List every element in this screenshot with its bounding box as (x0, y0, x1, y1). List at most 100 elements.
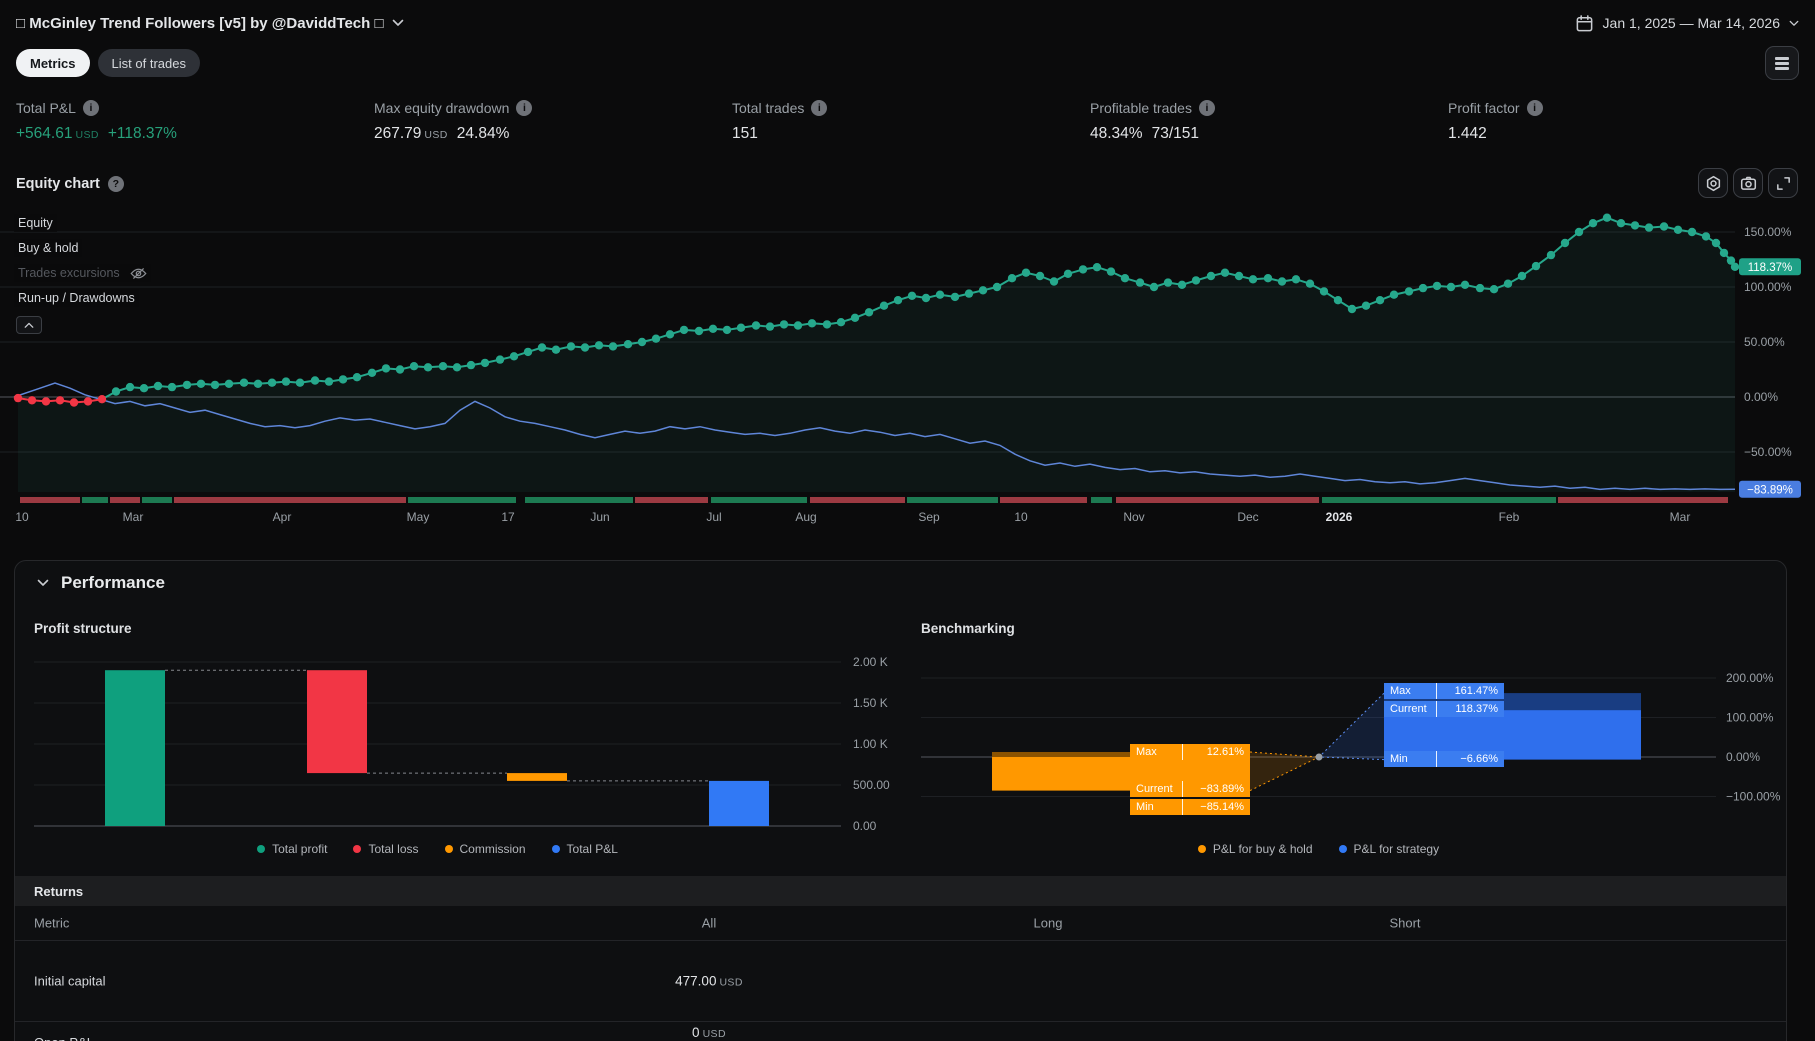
col-header-short: Short (1389, 915, 1421, 931)
info-icon[interactable]: i (82, 100, 99, 116)
legend-total-p-l[interactable]: Total P&L (551, 842, 618, 856)
fullscreen-button[interactable] (1768, 168, 1798, 198)
legend-total-profit[interactable]: Total profit (257, 842, 327, 856)
x-axis-tick: Jul (706, 510, 721, 524)
label-key: Min (1136, 801, 1154, 813)
profit-structure-legend: Total profit Total loss Commission Total P&… (34, 842, 841, 856)
equity-legend-buy-hold[interactable]: Buy & hold (14, 239, 83, 257)
legend-label: Total P&L (566, 842, 618, 856)
legend-label: Commission (459, 842, 526, 856)
x-axis-tick: Jun (590, 510, 609, 524)
legend-dot (257, 845, 266, 853)
date-range-picker[interactable]: Jan 1, 2025 — Mar 14, 2026 (1575, 14, 1799, 33)
legend-p-l-for-strategy[interactable]: P&L for strategy (1338, 842, 1439, 856)
svg-text:118.37%: 118.37% (1748, 262, 1793, 274)
strategy-funnel (1319, 693, 1384, 760)
runup-drawdown-strip (20, 497, 1728, 503)
price-badge: −83.89% (1739, 480, 1801, 498)
chevron-down-icon (392, 19, 403, 26)
equity-chart-title: Equity chart ? (16, 176, 124, 192)
metric-value: 48.34% 73/151 (1090, 125, 1199, 142)
layout-rows-button[interactable] (1765, 46, 1799, 80)
benchmark-label-max: Max 161.47% (1384, 683, 1504, 699)
metric-value: 151 (732, 125, 758, 142)
x-axis-tick: May (407, 510, 430, 524)
legend-label: Run-up / Drawdowns (18, 291, 135, 305)
bar-total-profit[interactable] (105, 670, 165, 826)
metric-max-equity-drawdown: Max equity drawdown i 267.79 USD 24.84% (374, 100, 732, 143)
info-icon[interactable]: i (1526, 100, 1543, 116)
x-axis-tick: Aug (795, 510, 816, 524)
benchmark-label-current: Current −83.89% (1130, 781, 1250, 797)
legend-dot (551, 845, 560, 853)
label-key: Current (1136, 783, 1173, 795)
label-value: 118.37% (1436, 701, 1504, 717)
label-value: −85.14% (1182, 799, 1250, 815)
y-axis-tick: 50.00% (1744, 335, 1785, 349)
info-icon[interactable]: i (1198, 100, 1215, 116)
strategy-title[interactable]: □ McGinley Trend Followers [v5] by @Davi… (16, 15, 404, 32)
help-icon[interactable]: ? (107, 176, 124, 192)
chart-settings-button[interactable] (1698, 168, 1728, 198)
performance-header[interactable]: Performance (37, 573, 165, 593)
legend-label: Buy & hold (18, 241, 79, 255)
metric-label: Profit factor (1448, 100, 1520, 116)
metric-label: Total P&L (16, 100, 76, 116)
metric-label: Max equity drawdown (374, 100, 510, 116)
legend-p-l-for-buy-hold[interactable]: P&L for buy & hold (1197, 842, 1313, 856)
y-axis-tick: 0.00% (1726, 750, 1760, 764)
equity-chart-canvas[interactable]: 150.00% 100.00% 50.00% 0.00% −50.00% 118.37% −… (0, 180, 1815, 530)
benchmarking-chart[interactable]: 200.00% 100.00% 0.00% −100.00% (915, 636, 1788, 846)
label-value: 161.47% (1436, 683, 1504, 699)
equity-legend-trades-excursions[interactable]: Trades excursions (14, 264, 151, 282)
equity-legend-equity[interactable]: Equity (14, 214, 57, 232)
y-axis-tick: 1.50 K (853, 696, 888, 710)
profit-structure-chart[interactable]: 2.00 K 1.50 K 1.00 K 500.00 0.00 (15, 636, 915, 846)
benchmark-label-min: Min −6.66% (1384, 751, 1504, 767)
strategy-tester-panel: □ McGinley Trend Followers [v5] by @Davi… (0, 0, 1815, 1041)
collapse-pane-button[interactable] (16, 316, 42, 334)
legend-commission[interactable]: Commission (444, 842, 526, 856)
bar-total-loss[interactable] (307, 670, 367, 774)
y-axis-tick: −50.00% (1744, 445, 1792, 459)
gear-icon (1706, 175, 1720, 191)
equity-area-fill (18, 217, 1735, 492)
metric-value: +564.61 USD +118.37% (16, 125, 177, 142)
y-axis-tick: 150.00% (1744, 225, 1792, 239)
col-header-long: Long (1033, 915, 1063, 931)
legend-label: P&L for buy & hold (1212, 842, 1313, 856)
info-icon[interactable]: i (516, 100, 533, 116)
x-axis-tick: Dec (1237, 510, 1258, 524)
y-axis-tick: 200.00% (1726, 671, 1774, 685)
tab-metrics[interactable]: Metrics (16, 49, 90, 77)
calendar-icon (1576, 14, 1592, 31)
screenshot-button[interactable] (1733, 168, 1763, 198)
benchmarking-legend: P&L for buy & hold P&L for strategy (921, 842, 1716, 856)
svg-text:−83.89%: −83.89% (1747, 484, 1793, 496)
chevron-down-icon (37, 579, 49, 586)
table-row[interactable]: Initial capital 477.00 USD (15, 941, 1786, 1022)
returns-table-header: Metric All Long Short (15, 906, 1786, 941)
y-axis-tick: 500.00 (853, 778, 890, 792)
returns-title: Returns (34, 883, 84, 899)
bar-total-p-l[interactable] (709, 780, 769, 826)
metric-total-trades: Total trades i 151 (732, 100, 1090, 143)
x-axis-tick: Nov (1123, 510, 1144, 524)
col-header-metric: Metric (34, 915, 70, 931)
x-axis-tick: Feb (1499, 510, 1520, 524)
legend-label: Equity (18, 216, 53, 230)
legend-dot (1197, 845, 1206, 853)
equity-legend-run-up-drawdowns[interactable]: Run-up / Drawdowns (14, 289, 139, 307)
y-axis-tick: 0.00% (1744, 390, 1778, 404)
info-icon[interactable]: i (811, 100, 828, 116)
row-value-all: 477.00 USD (675, 973, 743, 989)
legend-label: Total profit (272, 842, 328, 856)
label-key: Current (1390, 703, 1427, 715)
table-row[interactable]: 0USD Open P&L (15, 1022, 1786, 1041)
metric-profit-factor: Profit factor i 1.442 (1448, 100, 1806, 143)
bar-commission[interactable] (507, 773, 567, 781)
equity-chart-buttons (1698, 168, 1798, 198)
y-axis-tick: 100.00% (1744, 280, 1792, 294)
legend-total-loss[interactable]: Total loss (353, 842, 419, 856)
tab-list-of-trades[interactable]: List of trades (97, 49, 200, 77)
